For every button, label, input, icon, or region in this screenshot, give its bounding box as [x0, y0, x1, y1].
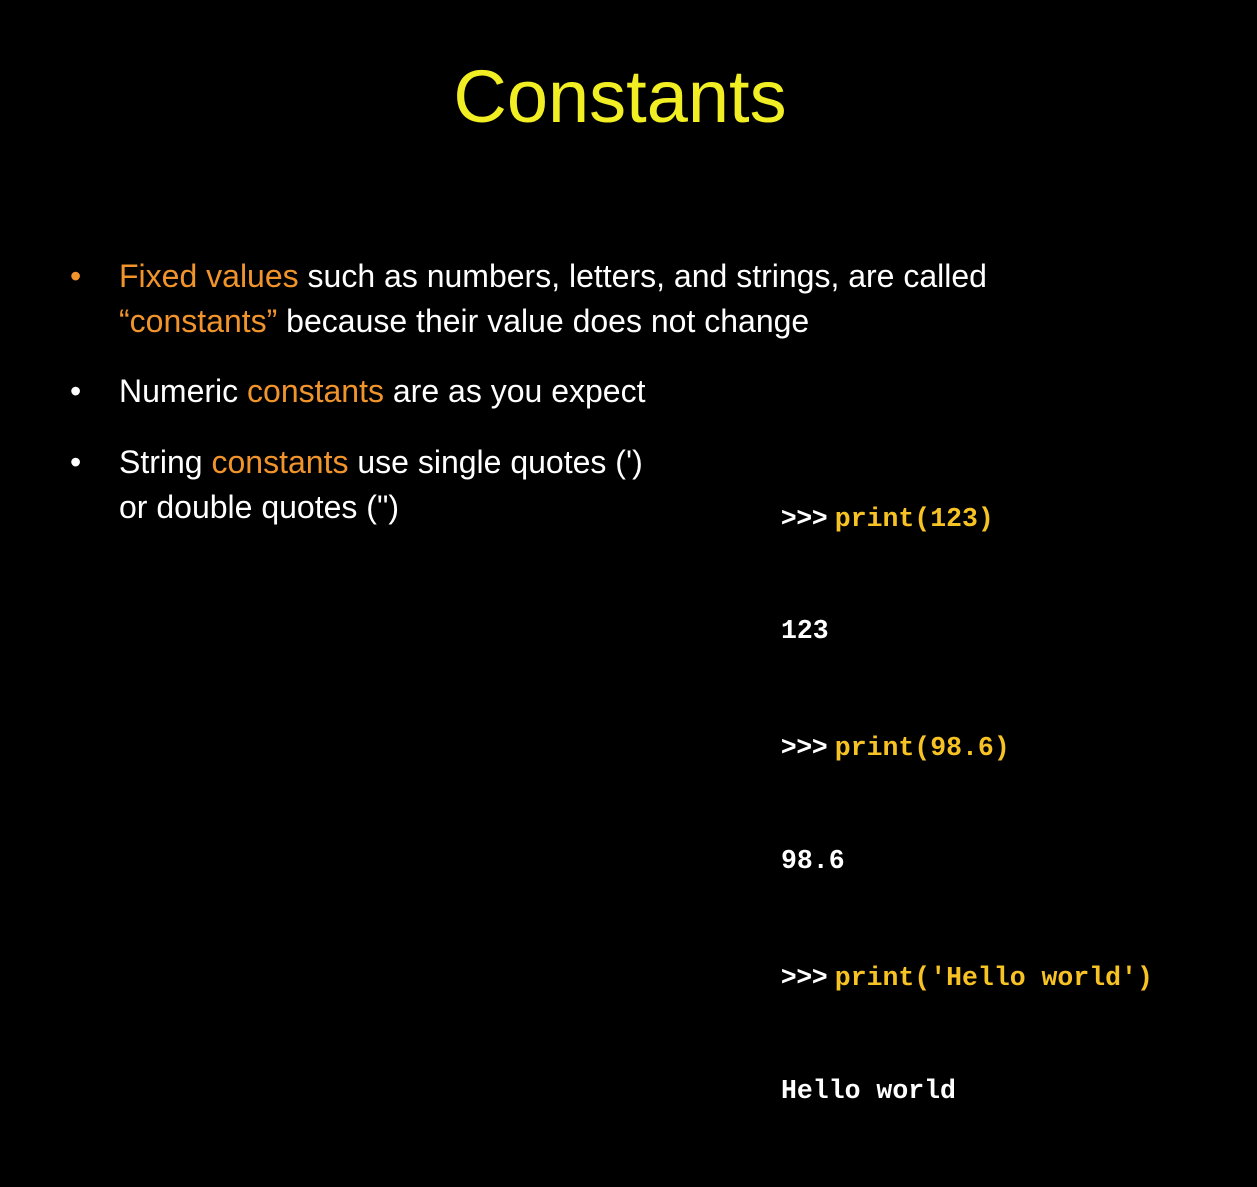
body-text: Numeric — [119, 373, 248, 409]
bullet-text: Numeric constants are as you expect — [119, 369, 645, 414]
highlight-text: constants — [247, 373, 384, 409]
body-text: because their value does not change — [277, 303, 810, 339]
body-text: use single quotes (') — [348, 444, 643, 480]
slide: Constants • Fixed values such as numbers… — [0, 0, 1257, 1106]
body-text: are as you expect — [383, 373, 646, 409]
body-text: String — [119, 444, 212, 480]
code-prompt: >>> — [781, 961, 835, 992]
bullet-line: or double quotes (") — [119, 485, 643, 530]
code-output: 98.6 — [781, 846, 845, 877]
code-line: >>> print(123) — [781, 498, 1153, 536]
code-command: print(98.6) — [834, 733, 1010, 764]
bullet-line: String constants use single quotes (') — [119, 440, 643, 485]
code-line: >>> print(98.6) — [781, 727, 1153, 765]
bullet-line: “constants” because their value does not… — [119, 299, 987, 344]
body-text: or double quotes (") — [119, 489, 399, 525]
bullet-dot-icon: • — [70, 444, 82, 480]
bullet-line: Fixed values such as numbers, letters, a… — [119, 254, 987, 299]
code-prompt: >>> — [781, 731, 835, 762]
body-text: such as numbers, letters, and strings, a… — [298, 258, 987, 294]
code-prompt: >>> — [781, 501, 835, 532]
bullet-line: Numeric constants are as you expect — [119, 369, 645, 414]
highlight-text: constants — [211, 444, 349, 480]
highlight-text: “constants” — [119, 303, 278, 339]
bullet-dot-icon: • — [70, 258, 82, 294]
highlight-text: Fixed values — [119, 258, 299, 294]
code-line: >>> print('Hello world') — [781, 957, 1153, 995]
slide-title: Constants — [453, 55, 787, 138]
code-command: print('Hello world') — [834, 963, 1153, 994]
code-sample: >>> print(123) 123 >>> print(98.6) 98.6 … — [781, 421, 1153, 1187]
bullet-text: String constants use single quotes (') o… — [119, 440, 643, 530]
bullet-dot-icon: • — [70, 373, 82, 409]
code-command: print(123) — [834, 503, 994, 534]
code-output: Hello world — [781, 1076, 956, 1107]
bullet-text: Fixed values such as numbers, letters, a… — [119, 254, 987, 344]
code-output: 123 — [781, 616, 829, 647]
